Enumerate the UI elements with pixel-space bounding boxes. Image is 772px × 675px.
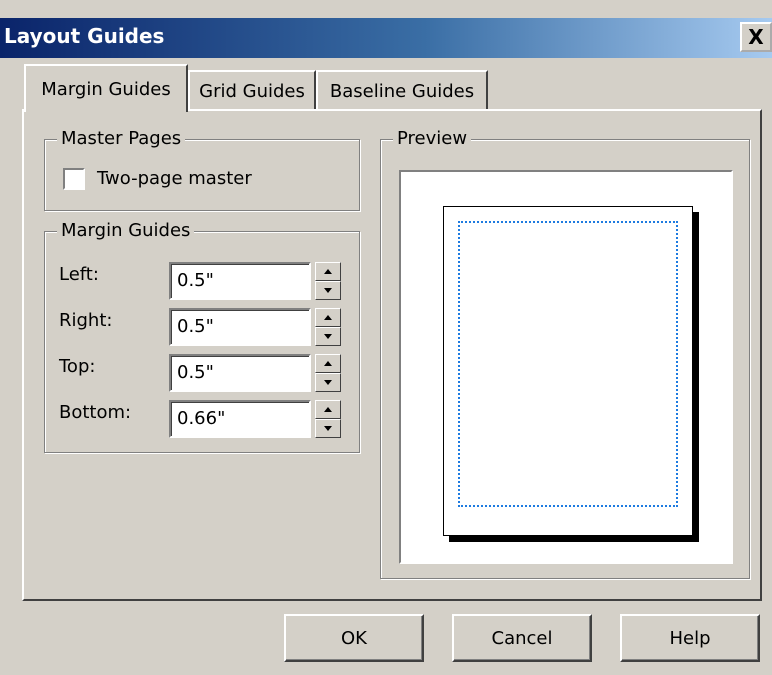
bottom-label: Bottom: <box>59 402 132 423</box>
arrow-up-icon <box>324 407 332 412</box>
ok-label: OK <box>341 627 367 649</box>
help-label: Help <box>669 627 711 649</box>
two-page-master-label[interactable]: Two-page master <box>97 168 252 189</box>
preview-group: Preview <box>380 128 750 579</box>
close-icon: X <box>748 25 764 49</box>
cancel-label: Cancel <box>491 627 553 649</box>
arrow-up-icon <box>324 361 332 366</box>
layout-guides-dialog: Layout Guides X Margin Guides Grid Guide… <box>0 0 772 675</box>
title-bar[interactable]: Layout Guides X <box>0 18 772 58</box>
close-button[interactable]: X <box>740 22 772 52</box>
left-label: Left: <box>59 264 99 285</box>
tab-baseline-guides[interactable]: Baseline Guides <box>316 70 488 110</box>
tab-grid-guides[interactable]: Grid Guides <box>188 70 316 110</box>
margin-guides-group: Margin Guides Left: 0.5" Right: 0.5" Top… <box>44 220 360 453</box>
left-margin-input[interactable]: 0.5" <box>169 262 311 300</box>
right-margin-spinner[interactable] <box>315 308 341 346</box>
bottom-margin-input[interactable]: 0.66" <box>169 400 311 438</box>
arrow-down-icon <box>324 380 332 385</box>
arrow-up-icon <box>324 315 332 320</box>
preview-canvas <box>399 170 733 564</box>
right-margin-input[interactable]: 0.5" <box>169 308 311 346</box>
left-margin-spinner[interactable] <box>315 262 341 300</box>
master-pages-legend: Master Pages <box>57 128 186 149</box>
help-button[interactable]: Help <box>620 614 760 662</box>
spin-up-button[interactable] <box>315 308 341 327</box>
arrow-down-icon <box>324 288 332 293</box>
dialog-title: Layout Guides <box>4 24 165 48</box>
preview-page <box>443 206 693 536</box>
spin-down-button[interactable] <box>315 373 341 392</box>
margin-guides-panel: Master Pages Two-page master Margin Guid… <box>22 109 762 601</box>
spin-up-button[interactable] <box>315 400 341 419</box>
master-pages-group: Master Pages Two-page master <box>44 128 360 211</box>
tab-margin-guides[interactable]: Margin Guides <box>24 64 188 112</box>
bottom-margin-spinner[interactable] <box>315 400 341 438</box>
top-margin-input[interactable]: 0.5" <box>169 354 311 392</box>
tab-label: Baseline Guides <box>329 80 475 102</box>
arrow-up-icon <box>324 269 332 274</box>
spin-up-button[interactable] <box>315 354 341 373</box>
spin-down-button[interactable] <box>315 419 341 438</box>
margin-guide-outline <box>458 221 678 507</box>
margin-guides-legend: Margin Guides <box>57 220 195 241</box>
top-margin-spinner[interactable] <box>315 354 341 392</box>
arrow-down-icon <box>324 334 332 339</box>
top-label: Top: <box>59 356 96 377</box>
two-page-master-checkbox[interactable] <box>63 168 85 190</box>
ok-button[interactable]: OK <box>284 614 424 662</box>
spin-down-button[interactable] <box>315 327 341 346</box>
arrow-down-icon <box>324 426 332 431</box>
tab-label: Grid Guides <box>199 80 305 102</box>
cancel-button[interactable]: Cancel <box>452 614 592 662</box>
right-label: Right: <box>59 310 113 331</box>
preview-legend: Preview <box>393 128 472 149</box>
spin-up-button[interactable] <box>315 262 341 281</box>
spin-down-button[interactable] <box>315 281 341 300</box>
tab-label: Margin Guides <box>41 78 171 100</box>
